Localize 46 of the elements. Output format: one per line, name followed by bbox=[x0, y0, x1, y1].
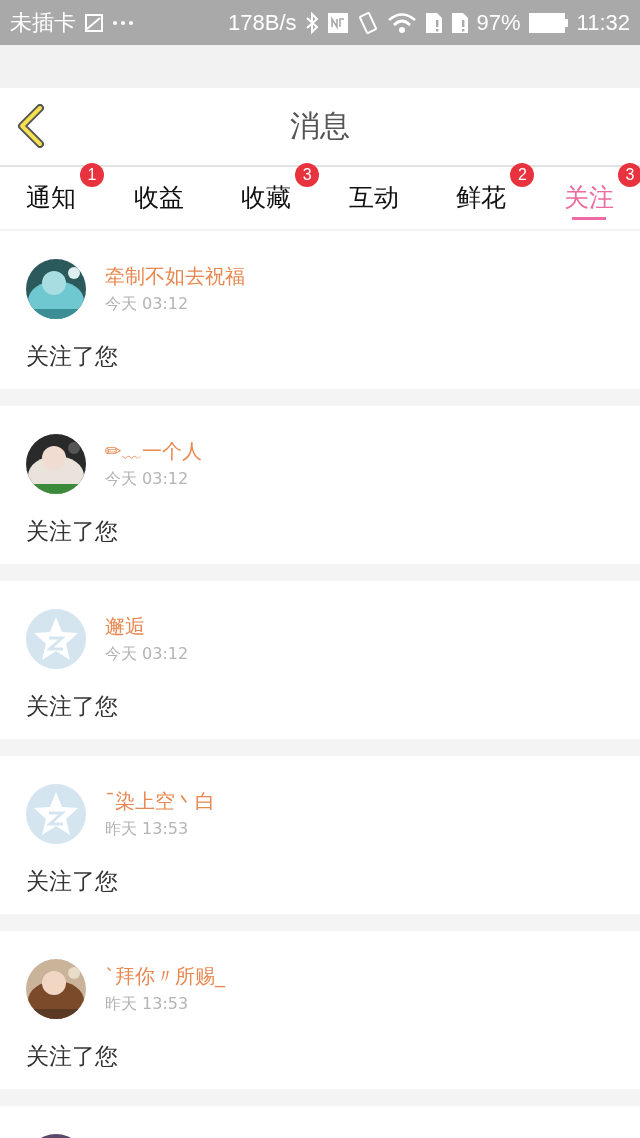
bluetooth-icon bbox=[304, 11, 319, 34]
timestamp: 今天 03:12 bbox=[105, 294, 190, 315]
count-badge: 2 bbox=[510, 163, 535, 187]
message-text: 关注了您 bbox=[26, 342, 119, 371]
message-text: 关注了您 bbox=[26, 867, 119, 896]
count-badge: 1 bbox=[80, 163, 104, 187]
user-name: ˉ染上空丶白 bbox=[105, 788, 215, 815]
vibrate-icon bbox=[356, 10, 379, 35]
clock-text: 11:32 bbox=[576, 9, 630, 36]
carrier-text: 未插卡 bbox=[10, 8, 76, 37]
page-title: 消息 bbox=[290, 107, 350, 145]
nfc-icon bbox=[326, 11, 349, 34]
more-icon bbox=[112, 19, 134, 26]
timestamp: 今天 03:12 bbox=[105, 469, 190, 490]
user-name: ✏﹏一个人 bbox=[105, 438, 202, 465]
count-badge: 3 bbox=[295, 163, 320, 187]
message-card[interactable]: ˋ拜你〃所赐_ 昨天 13:53 关注了您 bbox=[0, 931, 640, 1089]
message-card[interactable]: 邂逅 今天 03:12 关注了您 bbox=[0, 581, 640, 739]
message-card[interactable]: 牵制不如去祝福 今天 03:12 关注了您 bbox=[0, 231, 640, 389]
back-button[interactable] bbox=[16, 104, 46, 148]
user-name: 邂逅 bbox=[105, 613, 146, 640]
default-avatar-icon bbox=[26, 784, 86, 844]
message-card[interactable]: ˉ染上空丶白 昨天 13:53 关注了您 bbox=[0, 756, 640, 914]
user-name: 牵制不如去祝福 bbox=[105, 263, 245, 290]
sim-alert-icon bbox=[424, 11, 443, 34]
image-icon bbox=[84, 12, 104, 33]
timestamp: 今天 03:12 bbox=[105, 644, 189, 665]
tab[interactable]: 通知 bbox=[26, 167, 76, 223]
sim-alert-icon bbox=[450, 11, 469, 34]
wifi-icon bbox=[386, 11, 417, 34]
message-text: 关注了您 bbox=[26, 517, 119, 546]
user-name: ˋ拜你〃所赐_ bbox=[105, 963, 225, 990]
tab[interactable]: 收藏 bbox=[241, 167, 292, 223]
timestamp: 昨天 13:53 bbox=[105, 994, 190, 1015]
count-badge: 3 bbox=[617, 163, 640, 187]
message-text: 关注了您 bbox=[26, 692, 119, 721]
default-avatar-icon bbox=[26, 609, 86, 669]
tab[interactable]: 鲜花 bbox=[456, 167, 507, 223]
battery-icon bbox=[528, 12, 569, 33]
timestamp: 昨天 13:53 bbox=[105, 819, 190, 840]
message-text: 关注了您 bbox=[26, 1042, 119, 1071]
tab[interactable]: 收益 bbox=[133, 167, 184, 223]
network-speed: 178B/s bbox=[228, 9, 297, 36]
message-card[interactable]: ✏﹏一个人 今天 03:12 关注了您 bbox=[0, 406, 640, 564]
battery-percent: 97% bbox=[476, 9, 521, 36]
tab[interactable]: 互动 bbox=[348, 167, 399, 223]
